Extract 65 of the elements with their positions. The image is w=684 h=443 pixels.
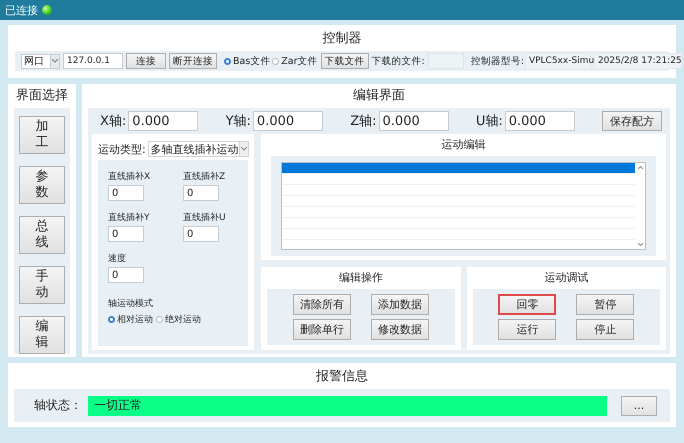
section-title: 编辑操作 [338, 270, 384, 286]
parameter-label: 直线插补Z [183, 170, 226, 183]
motion-debug-button[interactable]: 暂停 [576, 294, 634, 315]
panel-title: 编辑界面 [352, 87, 406, 105]
scroll-down-icon[interactable] [638, 243, 642, 246]
motion-debug-button[interactable]: 运行 [498, 319, 556, 340]
section-title: 运动编辑 [440, 137, 486, 153]
axis-mode-radio[interactable]: 相对运动 [108, 313, 153, 326]
parameter-label: 直线插补U [183, 212, 227, 224]
edit-operation-button[interactable]: 清除所有 [292, 294, 351, 315]
axis-position-field[interactable]: 0.000 [378, 111, 449, 131]
axis-status-field: 一切正常 [88, 396, 607, 416]
axis-label: Y轴: [226, 113, 251, 130]
controller-model-label: 控制器型号: [470, 54, 524, 68]
connection-status: 已连接 [5, 2, 38, 18]
ip-address-field[interactable]: 127.0.0.1 [63, 53, 123, 69]
panel-title: 控制器 [322, 30, 362, 48]
axis-status-label: 轴状态： [34, 397, 82, 414]
axis-label: X轴: [100, 113, 126, 130]
dropdown-caret-icon [240, 147, 247, 151]
list-row[interactable] [282, 163, 635, 174]
file-type-radio[interactable]: Zar文件 [272, 54, 318, 68]
scroll-up-icon[interactable] [638, 166, 642, 169]
disconnect-button[interactable]: 断开连接 [169, 53, 217, 69]
parameter-field[interactable]: 0 [183, 226, 219, 242]
parameter-label: 直线插补X [108, 170, 152, 183]
parameter-label: 速度 [108, 252, 127, 265]
axis-label: Z轴: [350, 113, 377, 130]
edit-operation-button[interactable]: 添加数据 [370, 294, 429, 315]
axis-position-field[interactable]: 0.000 [252, 111, 323, 131]
axis-mode-label: 轴运动模式 [108, 298, 154, 310]
parameter-field[interactable]: 0 [108, 226, 144, 242]
parameter-field[interactable]: 0 [108, 185, 144, 201]
download-file-button[interactable]: 下载文件 [320, 53, 369, 69]
motion-debug-button[interactable]: 停止 [576, 319, 634, 340]
datetime-field: 2025/2/8 17:21:25 [594, 53, 682, 69]
motion-type-label: 运动类型: [98, 142, 146, 156]
motion-list[interactable] [281, 162, 646, 250]
axis-position-field[interactable]: 0.000 [128, 111, 198, 131]
navigation-button[interactable]: 手动 [19, 266, 65, 304]
axis-position-field[interactable]: 0.000 [504, 111, 575, 131]
section-title: 运动调试 [543, 270, 590, 286]
navigation-button[interactable]: 总线 [19, 216, 65, 254]
controller-model-field: VPLC5xx-Simu [524, 53, 591, 69]
axis-mode-radio[interactable]: 绝对运动 [156, 313, 201, 326]
panel-title: 界面选择 [15, 87, 69, 105]
downloaded-file-label: 下载的文件: [372, 54, 425, 68]
parameter-label: 直线插补Y [108, 212, 150, 224]
parameter-field[interactable]: 0 [108, 267, 144, 283]
motion-debug-button[interactable]: 回零 [498, 294, 556, 315]
navigation-button[interactable]: 编辑 [19, 316, 65, 354]
motion-type-dropdown[interactable]: 多轴直线插补运动 [148, 141, 249, 157]
save-recipe-button[interactable]: 保存配方 [602, 111, 662, 131]
file-type-radio[interactable]: Bas文件 [224, 54, 270, 68]
edit-operation-button[interactable]: 修改数据 [370, 319, 429, 340]
port-dropdown[interactable]: 网口 [21, 54, 60, 68]
navigation-button[interactable]: 参数 [19, 166, 65, 204]
axis-label: U轴: [476, 113, 503, 130]
more-button[interactable]: ... [621, 396, 657, 416]
connect-button[interactable]: 连接 [126, 53, 166, 69]
navigation-button[interactable]: 加工 [19, 116, 65, 154]
parameter-field[interactable]: 0 [183, 185, 219, 201]
panel-title: 报警信息 [315, 368, 369, 386]
dropdown-caret-icon [52, 59, 58, 63]
edit-operation-button[interactable]: 删除单行 [292, 319, 351, 340]
